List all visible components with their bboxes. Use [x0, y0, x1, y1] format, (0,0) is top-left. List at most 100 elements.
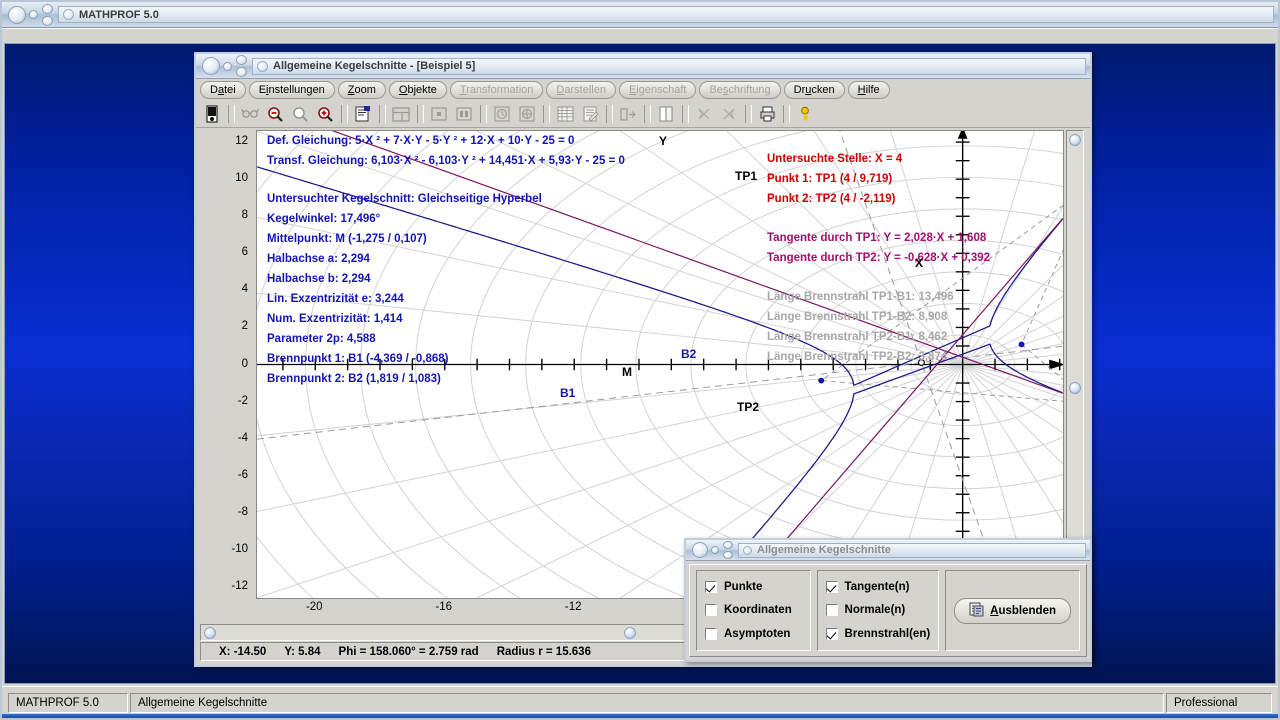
options-control-large-icon[interactable]: [692, 542, 708, 558]
app-window-controls[interactable]: [2, 3, 53, 26]
vertical-scroll-thumb[interactable]: [1069, 382, 1081, 394]
menu-beschriftung-label: Beschriftung: [709, 84, 771, 96]
window-control-stack[interactable]: [42, 3, 53, 26]
menu-objekte-label: Objekte: [398, 84, 437, 96]
annotation-brennstrahl-tp1-b2: Länge Brennstrahl TP1-B2: 8,908: [767, 311, 948, 323]
app-titlebar: MATHPROF 5.0: [2, 2, 1278, 28]
help-key-icon[interactable]: [793, 103, 817, 125]
vertical-scroll-up-knob[interactable]: [1069, 134, 1081, 146]
annotation-tangente-tp1: Tangente durch TP1: Y = 2,028·X + 1,608: [767, 232, 987, 244]
window-control-large-icon[interactable]: [8, 5, 26, 24]
checkbox-normalen[interactable]: Normale(n): [825, 604, 931, 617]
menu-datei[interactable]: Datei: [200, 81, 246, 99]
properties-icon[interactable]: [351, 103, 375, 125]
options-control-small-icon[interactable]: [711, 546, 719, 554]
checkbox-koordinaten[interactable]: Koordinaten: [705, 604, 802, 617]
options-control-bottom-icon[interactable]: [723, 551, 733, 559]
checkbox-tangenten-box[interactable]: [825, 580, 838, 593]
x-axis-name: X: [915, 256, 924, 270]
menu-hilfe[interactable]: Hilfe: [847, 81, 890, 99]
window-control-top-icon[interactable]: [42, 3, 53, 14]
annotation-halbachse-a: Halbachse a: 2,294: [267, 253, 370, 265]
point-label-b1: B1: [560, 386, 576, 400]
child-window-controls[interactable]: [196, 55, 247, 77]
point-label-tp1: TP1: [735, 169, 758, 183]
options-dialog-title: Allgemeine Kegelschnitte: [757, 544, 891, 556]
menu-bar: Datei Einstellungen Zoom Objekte Transfo…: [196, 79, 1090, 101]
glasses-icon: [238, 103, 262, 125]
statusbar-app-name: MATHPROF 5.0: [8, 692, 128, 713]
annotation-halbachse-b: Halbachse b: 2,294: [267, 273, 371, 285]
checkbox-punkte-box[interactable]: [705, 580, 717, 593]
vertical-scrollbar[interactable]: [1066, 130, 1084, 599]
menu-einstellungen[interactable]: Einstellungen: [248, 81, 335, 99]
menu-drucken-label: Drucken: [793, 84, 835, 96]
child-window-title: Allgemeine Kegelschnitte - [Beispiel 5]: [273, 60, 476, 72]
window-control-bottom-icon[interactable]: [42, 15, 53, 26]
checkbox-punkte[interactable]: Punkte: [705, 580, 802, 593]
checkbox-koordinaten-box[interactable]: [705, 604, 717, 617]
checkbox-asymptoten[interactable]: Asymptoten: [705, 628, 802, 641]
notes-icon: [578, 103, 602, 125]
memory-icon[interactable]: [200, 103, 224, 125]
target-icon: [515, 103, 539, 125]
zoom-reset-icon[interactable]: [288, 103, 312, 125]
y-tick-12: 12: [235, 135, 248, 148]
zoom-in-icon[interactable]: [313, 103, 337, 125]
app-bottom-edge: [2, 714, 1278, 718]
horizontal-scroll-left-knob[interactable]: [204, 627, 216, 639]
graph-canvas[interactable]: Def. Gleichung: 5·X ² + 7·X·Y - 5·Y ² + …: [256, 130, 1064, 599]
checkbox-brennstrahlen-label: Brennstrahl(en): [844, 628, 931, 641]
toolbar-separator-3: [379, 105, 386, 123]
annotation-brennstrahl-tp2-b1: Länge Brennstrahl TP2-B1: 8,462: [767, 331, 948, 343]
child-control-top-icon[interactable]: [236, 55, 247, 65]
toolbar-separator-4: [417, 105, 424, 123]
focal-ray-4: [1021, 344, 1063, 380]
single-frame-icon: [427, 103, 451, 125]
child-control-stack[interactable]: [236, 55, 247, 77]
child-window-icon: [257, 60, 268, 72]
menu-transformation: Transformation: [449, 81, 544, 99]
options-dialog-body: Punkte Koordinaten Asymptoten Tangente(n…: [689, 564, 1087, 657]
checkbox-normalen-box[interactable]: [825, 604, 838, 617]
checkbox-tangenten[interactable]: Tangente(n): [825, 580, 931, 593]
annotation-lin-exzentrizitaet: Lin. Exzentrizität e: 3,244: [267, 293, 404, 305]
annotation-punkt-1: Punkt 1: TP1 (4 / 9,719): [767, 173, 893, 185]
window-control-small-icon[interactable]: [29, 10, 38, 19]
y-tick--10: -10: [231, 542, 248, 555]
annotation-kegelschnitt-typ: Untersuchter Kegelschnitt: Gleichseitige…: [267, 193, 542, 205]
checkbox-brennstrahlen-box[interactable]: [825, 628, 838, 641]
hide-button[interactable]: Ausblenden: [954, 597, 1071, 624]
options-control-stack[interactable]: [723, 541, 733, 559]
menu-zoom[interactable]: Zoom: [337, 81, 386, 99]
y-tick-8: 8: [241, 209, 248, 222]
print-icon[interactable]: [755, 103, 779, 125]
checkbox-brennstrahlen[interactable]: Brennstrahl(en): [825, 628, 931, 641]
toolbar-separator-8: [644, 105, 651, 123]
menu-transformation-label: Transformation: [459, 84, 534, 96]
annotation-brennstrahl-tp2-b2: Länge Brennstrahl TP2-B2: 3,874: [767, 351, 948, 363]
annotation-punkt-2: Punkt 2: TP2 (4 / -2,119): [767, 193, 896, 205]
checkbox-asymptoten-box[interactable]: [705, 628, 717, 641]
layout-icon: [389, 103, 413, 125]
x-tick--12: -12: [564, 601, 582, 613]
y-tick-0: 0: [241, 357, 248, 370]
clock-icon: [490, 103, 514, 125]
options-window-controls[interactable]: [686, 541, 733, 559]
menu-objekte[interactable]: Objekte: [388, 81, 447, 99]
options-group-objects: Punkte Koordinaten Asymptoten: [696, 570, 811, 651]
x-tick--20: -20: [305, 601, 323, 613]
menu-drucken[interactable]: Drucken: [783, 81, 845, 99]
child-control-small-icon[interactable]: [223, 61, 232, 71]
annotation-brennpunkt-1: Brennpunkt 1: B1 (-4,369 / -0,868): [267, 353, 449, 365]
horizontal-scroll-thumb[interactable]: [624, 627, 636, 639]
child-control-bottom-icon[interactable]: [236, 67, 247, 77]
annotation-untersuchte-stelle: Untersuchte Stelle: X = 4: [767, 153, 903, 165]
annotation-transf-gleichung: Transf. Gleichung: 6,103·X ² - 6,103·Y ²…: [267, 155, 625, 167]
status-y-value: Y: 5.84: [284, 645, 321, 658]
options-control-top-icon[interactable]: [723, 541, 733, 549]
x-tick--16: -16: [435, 601, 453, 613]
zoom-out-icon[interactable]: [263, 103, 287, 125]
child-control-large-icon[interactable]: [202, 57, 220, 75]
y-axis-name: Y: [659, 134, 668, 148]
